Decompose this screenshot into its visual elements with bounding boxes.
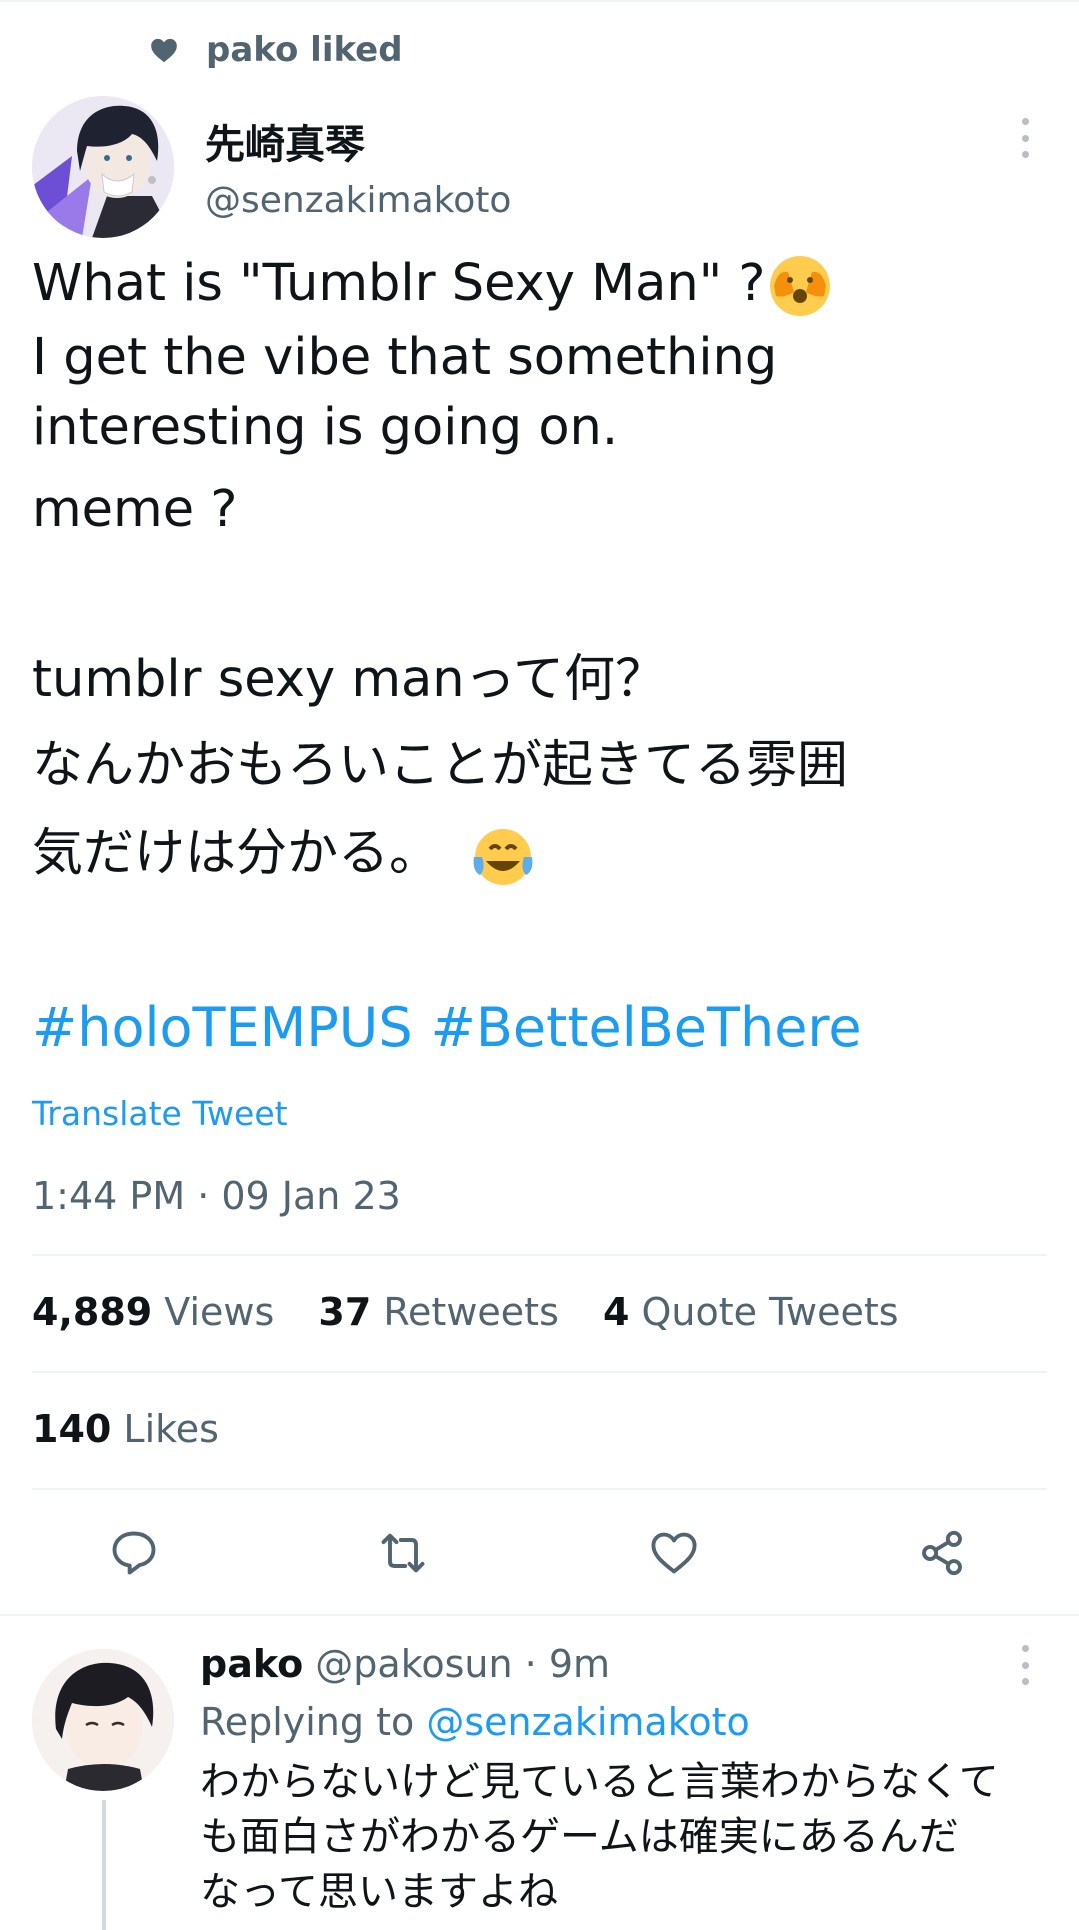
- tweet-text: What is "Tumblr Sexy Man" ? I get the vi…: [32, 244, 1042, 894]
- reply-avatar[interactable]: [32, 1649, 174, 1791]
- heart-icon: [151, 38, 177, 63]
- tweet-text-line: I get the vibe that something: [32, 328, 778, 387]
- reply-author-name[interactable]: pako: [200, 1642, 303, 1686]
- reply-header: pako @pakosun · 9m: [200, 1642, 610, 1686]
- top-border: [0, 0, 1079, 2]
- social-context: pako liked: [150, 30, 403, 70]
- quotes-label[interactable]: Quote Tweets: [642, 1290, 899, 1334]
- tweet-timestamp[interactable]: 1:44 PM · 09 Jan 23: [32, 1174, 401, 1218]
- thread-line: [102, 1800, 106, 1930]
- views-label[interactable]: Views: [164, 1290, 274, 1334]
- translate-tweet-link[interactable]: Translate Tweet: [32, 1094, 288, 1133]
- tweet-text-line: 気だけは分かる。: [32, 824, 441, 883]
- reply-author-handle[interactable]: @pakosun: [315, 1642, 512, 1686]
- tweet-text-line: What is "Tumblr Sexy Man" ?: [32, 254, 766, 313]
- hashtags: #holoTEMPUS #BettelBeThere: [32, 996, 880, 1059]
- reply-text-line: わからないけど見ていると言葉わからなくて: [200, 1759, 999, 1805]
- divider: [32, 1488, 1047, 1490]
- reply-text-line: なって思いますよね: [200, 1869, 558, 1915]
- retweet-icon[interactable]: [377, 1527, 429, 1579]
- face-peeking-emoji: [769, 256, 830, 316]
- replying-to-handle[interactable]: @senzakimakoto: [426, 1700, 749, 1744]
- like-icon[interactable]: [648, 1527, 700, 1579]
- replying-to-label: Replying to: [200, 1700, 415, 1744]
- divider: [32, 1371, 1047, 1373]
- hashtag-link[interactable]: #holoTEMPUS: [32, 996, 413, 1059]
- more-options-icon[interactable]: [1020, 118, 1030, 158]
- likes-count: 140: [32, 1407, 112, 1451]
- share-icon[interactable]: [916, 1527, 968, 1579]
- views-count: 4,889: [32, 1290, 153, 1334]
- tweet-text-line: meme ?: [32, 480, 238, 539]
- replying-to: Replying to @senzakimakoto: [200, 1700, 750, 1744]
- more-options-icon[interactable]: [1020, 1645, 1030, 1685]
- tweet-text-line: tumblr sexy manって何？: [32, 650, 667, 709]
- tears-of-joy-emoji: [473, 829, 533, 885]
- author-name[interactable]: 先崎真琴: [205, 112, 365, 170]
- reply-text-line: も面白さがわかるゲームは確実にあるんだ: [200, 1814, 959, 1860]
- reply-icon[interactable]: [108, 1527, 160, 1579]
- likes-stat[interactable]: 140 Likes: [32, 1407, 219, 1451]
- divider: [32, 1254, 1047, 1256]
- tweet-stats: 4,889 Views 37 Retweets 4 Quote Tweets: [32, 1290, 931, 1334]
- quotes-count: 4: [602, 1290, 630, 1334]
- retweets-label[interactable]: Retweets: [383, 1290, 559, 1334]
- tweet-text-line: なんかおもろいことが起きてる雰囲: [32, 736, 849, 795]
- likes-label: Likes: [123, 1407, 219, 1451]
- reply-time[interactable]: · 9m: [525, 1642, 610, 1686]
- author-avatar[interactable]: [32, 96, 174, 238]
- tweet-text-line: interesting is going on.: [32, 398, 619, 457]
- reply-text: わからないけど見ていると言葉わからなくて も面白さがわかるゲームは確実にあるんだ…: [200, 1755, 1060, 1920]
- retweets-count: 37: [318, 1290, 372, 1334]
- author-handle[interactable]: @senzakimakoto: [205, 180, 511, 221]
- tweet-actions: [0, 1527, 1079, 1577]
- divider: [0, 1614, 1079, 1616]
- hashtag-link[interactable]: #BettelBeThere: [431, 996, 862, 1059]
- liked-text[interactable]: pako liked: [206, 30, 403, 70]
